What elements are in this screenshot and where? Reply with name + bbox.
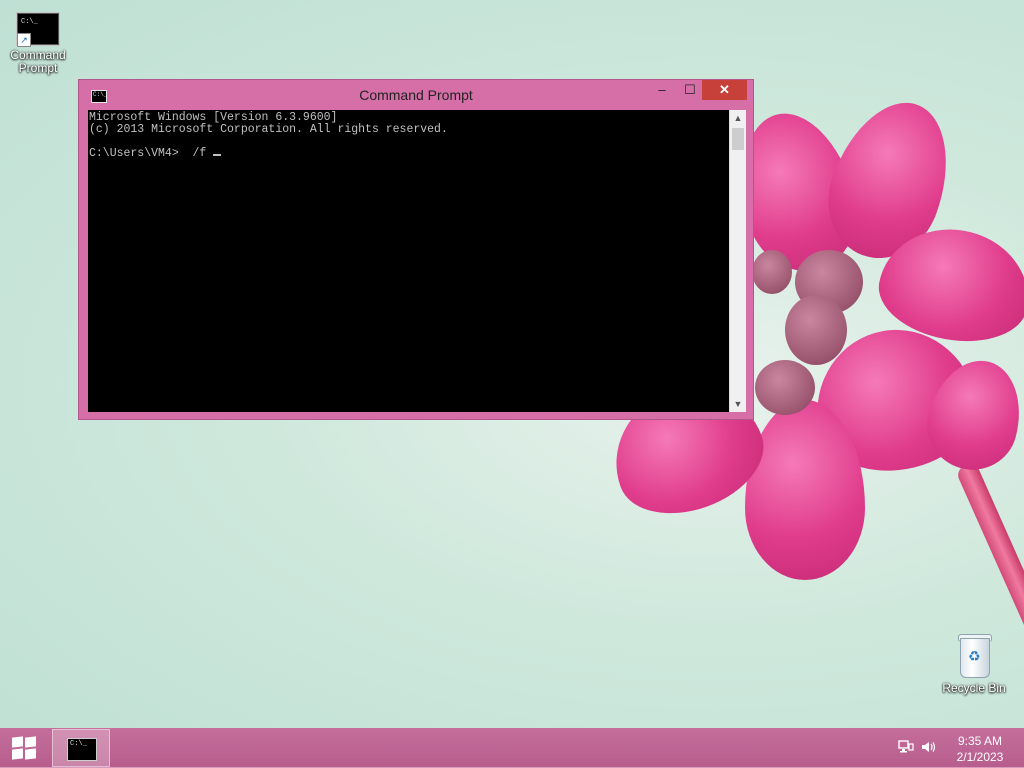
cmd-icon: C:\_ ↗ <box>16 12 60 47</box>
desktop-icon-label: Recycle Bin <box>942 681 1006 695</box>
taskbar-item-command-prompt[interactable]: C:\_ <box>52 729 110 767</box>
maximize-button[interactable]: ☐ <box>677 80 703 100</box>
desktop-icon-label: Command Prompt <box>10 48 66 75</box>
taskbar: C:\_ 9:35 AM 2/1/2023 <box>0 728 1024 768</box>
volume-icon[interactable] <box>920 740 938 756</box>
cmd-icon: C:\_ <box>67 738 97 761</box>
flower-bud <box>785 295 847 365</box>
windows-logo-icon <box>12 736 36 760</box>
flower-bud <box>755 360 815 415</box>
clock-date: 2/1/2023 <box>956 750 1004 764</box>
clock[interactable]: 9:35 AM 2/1/2023 <box>948 733 1012 765</box>
text-cursor <box>213 154 222 156</box>
network-icon[interactable] <box>897 740 915 756</box>
console-area[interactable]: Microsoft Windows [Version 6.3.9600] (c)… <box>88 110 729 412</box>
title-bar[interactable]: C:\_ Command Prompt – ☐ ✕ <box>79 80 753 110</box>
shortcut-arrow-icon: ↗ <box>17 33 31 47</box>
start-button[interactable] <box>0 728 48 768</box>
desktop-icon-command-prompt[interactable]: C:\_ ↗ Command Prompt <box>2 12 74 75</box>
flower-bud <box>752 250 792 294</box>
desktop: C:\_ ↗ Command Prompt ♻ Recycle Bin C:\_… <box>0 0 1024 728</box>
scroll-down-icon[interactable]: ▼ <box>730 396 746 412</box>
command-prompt-window[interactable]: C:\_ Command Prompt – ☐ ✕ Microsoft Wind… <box>78 79 754 420</box>
scroll-thumb[interactable] <box>732 128 744 150</box>
console-prompt-line[interactable]: C:\Users\VM4> /f <box>89 147 213 160</box>
clock-time: 9:35 AM <box>957 734 1003 748</box>
close-button[interactable]: ✕ <box>702 80 747 100</box>
recycle-bin-icon: ♻ <box>956 632 992 678</box>
minimize-button[interactable]: – <box>649 80 675 100</box>
scroll-up-icon[interactable]: ▲ <box>730 110 746 126</box>
vertical-scrollbar[interactable]: ▲ ▼ <box>729 110 746 412</box>
desktop-icon-recycle-bin[interactable]: ♻ Recycle Bin <box>938 632 1010 695</box>
console-line: (c) 2013 Microsoft Corporation. All righ… <box>89 123 448 136</box>
